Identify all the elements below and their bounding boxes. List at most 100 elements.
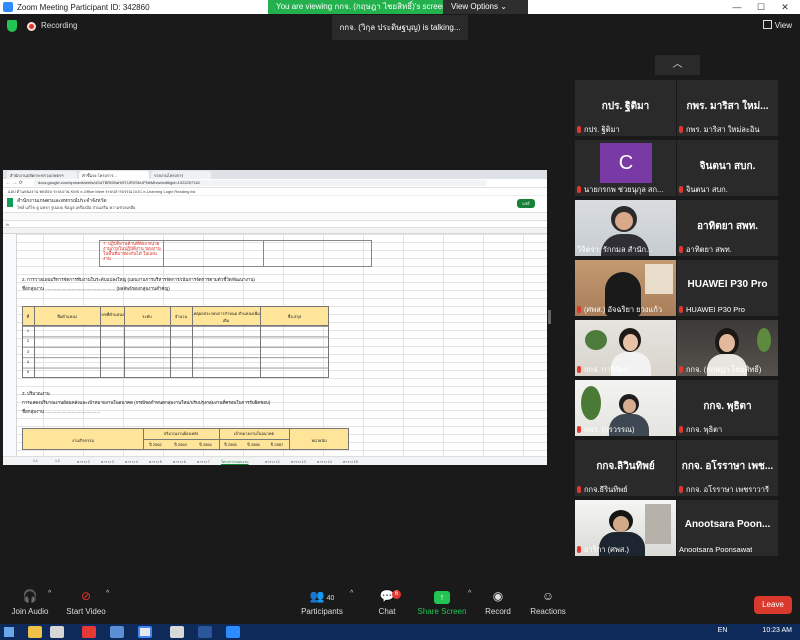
leave-button[interactable]: Leave	[754, 596, 792, 614]
participant-display-name: Anootsara Poon...	[684, 519, 771, 530]
join-audio-label: Join Audio	[11, 607, 49, 616]
sheet-tab-active: โครงการ/แผนงาน	[221, 460, 249, 464]
windows-start-icon[interactable]	[4, 627, 14, 637]
participant-tile[interactable]: กกจ. พุธิตา กกจ. พุธิตา	[677, 380, 778, 436]
row-numbers	[3, 234, 17, 456]
shared-screen[interactable]: สำนักงานปลัดกระทรวงเกษตรฯ คำชี้แจง โครงก…	[3, 170, 547, 465]
sheet-tab: ตาราง 3	[101, 460, 114, 464]
participant-tile[interactable]: วิจิตรา: รักกมล สำนัก...	[575, 200, 676, 256]
participant-tile[interactable]: อาริกา (ศพส.)	[575, 500, 676, 556]
participant-tile[interactable]: Anootsara Poon... Anootsara Poonsawat	[677, 500, 778, 556]
participant-name-text: (ศพส.) อัจฉริยา ยวงแก้ว	[584, 305, 663, 314]
participant-name: (ศพส.) อัจฉริยา ยวงแก้ว	[577, 305, 662, 315]
th-position: ชื่อตำแหน่ง	[57, 314, 77, 319]
mic-muted-icon	[679, 486, 683, 493]
chrome-icon[interactable]	[138, 626, 152, 638]
participant-name-text: กกจ.ธีรินทิพย์	[584, 485, 628, 494]
maximize-button[interactable]: ☐	[750, 0, 772, 14]
row-number: 5	[26, 369, 30, 374]
th-amount: จำนวน	[174, 314, 188, 319]
th-no: ที่	[26, 314, 30, 319]
minimize-button[interactable]: —	[726, 0, 748, 14]
mic-muted-icon	[679, 306, 683, 313]
person-face	[615, 212, 633, 230]
start-video-label: Start Video	[66, 607, 106, 616]
participant-tile[interactable]: กพร. มาริสา ใหม่... กพร. มาริสา ใหม่ละอิ…	[677, 80, 778, 136]
word-icon[interactable]	[198, 626, 212, 638]
split-handle[interactable]	[548, 310, 551, 324]
participant-name: กกจ.ธีรินทิพย์	[577, 485, 628, 495]
app-icon[interactable]	[170, 626, 184, 638]
participants-button[interactable]: 👥 40 Participants	[292, 588, 352, 616]
t2-year: ปี 2564	[199, 442, 212, 447]
th-name: ชื่อ-สกุล	[287, 314, 302, 319]
mic-muted-icon	[577, 186, 581, 193]
participant-tile[interactable]: กปร. ฐิติมา กปร. ฐิติมา	[575, 80, 676, 136]
participant-name-text: กพร. (กรวรรณ)	[584, 425, 635, 434]
participant-tile[interactable]: (ศพส.) อัจฉริยา ยวงแก้ว	[575, 260, 676, 316]
window-title: Zoom Meeting Participant ID: 342860	[17, 2, 150, 12]
mic-muted-icon	[577, 366, 581, 373]
row-line	[143, 439, 289, 440]
file-explorer-icon[interactable]	[28, 626, 42, 638]
participant-name: กกจ. อโรราษา เพชราวารี	[679, 485, 769, 495]
chat-label: Chat	[378, 607, 396, 616]
participant-tile[interactable]: กกจ. อโรราษา เพช... กกจ. อโรราษา เพชราวา…	[677, 440, 778, 496]
view-options-button[interactable]: View Options ⌄	[443, 0, 528, 14]
participants-caret-icon[interactable]: ^	[350, 590, 353, 597]
person-face	[623, 399, 636, 413]
group-label: ชื่อกลุ่มงาน ...........................…	[22, 286, 170, 291]
audio-options-caret-icon[interactable]: ^	[48, 590, 51, 597]
url-field: docs.google.com/spreadsheets/d/1dTBRM0aH…	[33, 180, 487, 186]
th-position-no: เลขที่ตำแหน่ง	[100, 312, 124, 317]
participant-tile[interactable]: กกจ. (กฤษฎา ไชยสิทธิ์)	[677, 320, 778, 376]
plant	[585, 330, 607, 350]
col-line	[34, 306, 35, 378]
participant-tile[interactable]: อาทิตยา สพท. อาทิตยา สพท.	[677, 200, 778, 256]
clock[interactable]: 10:23 AM	[762, 627, 792, 634]
mic-muted-icon	[679, 366, 683, 373]
participant-tile[interactable]: HUAWEI P30 Pro HUAWEI P30 Pro	[677, 260, 778, 316]
upper-divider	[163, 240, 164, 267]
participant-name: กปร. ฐิติมา	[577, 125, 620, 135]
participant-tile[interactable]: กพร. (กรวรรณ)	[575, 380, 676, 436]
participant-name-text: Anootsara Poonsawat	[679, 545, 753, 554]
chat-button[interactable]: 💬 6 Chat	[357, 588, 417, 616]
reactions-button[interactable]: ☺ Reactions	[518, 588, 578, 616]
encryption-shield-icon[interactable]	[7, 20, 17, 32]
mic-muted-icon	[577, 546, 581, 553]
gallery-scroll-up-button[interactable]: ︿	[655, 55, 700, 75]
zoom-taskbar-icon[interactable]	[226, 626, 240, 638]
plant	[581, 386, 601, 420]
participant-tile[interactable]: จินตนา สบก. จินตนา สบก.	[677, 140, 778, 196]
view-label: View	[774, 21, 792, 30]
participant-name-text: HUAWEI P30 Pro	[686, 305, 745, 314]
sheet-menu: ไฟล์ แก้ไข ดู แทรก รูปแบบ ข้อมูล เครื่อง…	[17, 205, 136, 210]
participant-name: กพร. (กรวรรณ)	[577, 425, 634, 435]
video-options-caret-icon[interactable]: ^	[106, 590, 109, 597]
opera-icon[interactable]	[82, 626, 96, 638]
participant-tile[interactable]: กกจ.ลิวินทิพย์ กกจ.ธีรินทิพย์	[575, 440, 676, 496]
view-button[interactable]: View	[762, 20, 792, 30]
participant-name: กพร. มาริสา ใหม่ละอิน	[679, 125, 760, 135]
t2-year: ปี 2562	[149, 442, 162, 447]
chat-badge: 6	[392, 590, 401, 599]
person-face	[623, 334, 638, 351]
background-shelf	[645, 504, 671, 544]
participant-display-name: HUAWEI P30 Pro	[687, 279, 768, 290]
participant-name: Anootsara Poonsawat	[679, 545, 752, 555]
app-icon[interactable]	[110, 626, 124, 638]
close-button[interactable]: ✕	[774, 0, 796, 14]
share-screen-button[interactable]: ↑ Share Screen	[412, 588, 472, 616]
t2-year: ปี 2567	[270, 442, 284, 447]
language-indicator[interactable]: EN	[718, 627, 728, 634]
participant-tile[interactable]: กกจ. การีรัตน์	[575, 320, 676, 376]
participant-name: กกจ. พุธิตา	[679, 425, 722, 435]
browser-tab: สำนักงานปลัดกระทรวงเกษตรฯ	[7, 171, 77, 179]
app-icon[interactable]	[50, 626, 64, 638]
t2-past: ปริมาณงานย้อนหลัง	[163, 431, 199, 436]
participant-tile[interactable]: C นายกรกพ ช่วยนุกุล สก...	[575, 140, 676, 196]
mic-muted-icon	[577, 486, 581, 493]
row-number: 1	[26, 328, 30, 333]
reactions-label: Reactions	[530, 607, 566, 616]
